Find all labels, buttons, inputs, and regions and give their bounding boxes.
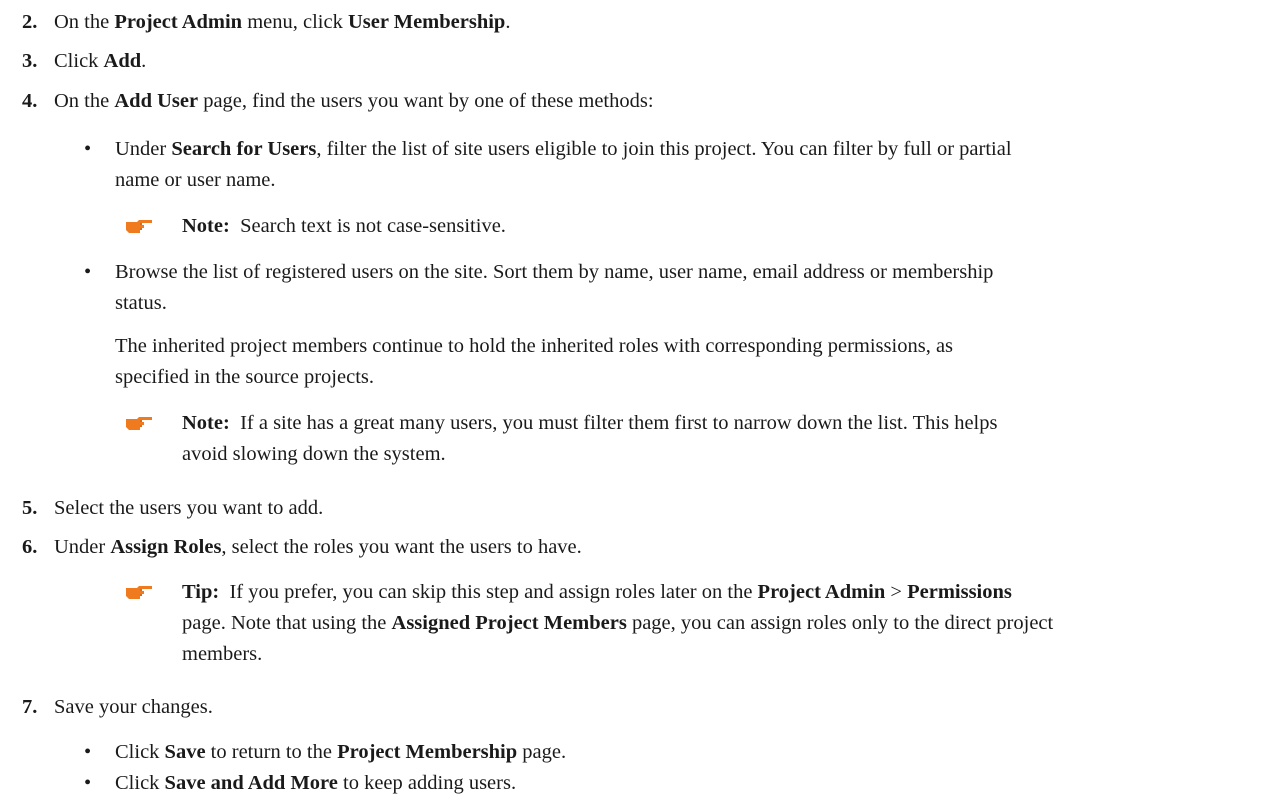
text-run: Click	[115, 772, 165, 794]
bullet-text: Click Save and Add More to keep adding u…	[115, 768, 516, 799]
step-4: 4. On the Add User page, find the users y…	[22, 86, 654, 117]
text-run: On the	[54, 90, 115, 112]
text-run: name or user name.	[115, 169, 276, 191]
step-2: 2. On the Project Admin menu, click User …	[22, 7, 510, 38]
bullet-dot: •	[84, 261, 92, 283]
bullet-text: Browse the list of registered users on t…	[115, 257, 993, 319]
text-run: Browse the list of registered users on t…	[115, 261, 994, 283]
note-text: Note: Search text is not case-sensitive.	[182, 211, 506, 242]
paragraph: The inherited project members continue t…	[115, 331, 953, 393]
text-run: Under	[115, 138, 172, 160]
step-number: 4.	[22, 90, 38, 112]
text-run: page.	[517, 741, 567, 763]
step-7: 7. Save your changes.	[22, 692, 213, 723]
text-run: If a site has a great many users, you mu…	[229, 412, 998, 434]
bullet-text: Click Save to return to the Project Memb…	[115, 737, 566, 768]
bullet-text: Under Search for Users, filter the list …	[115, 134, 1012, 196]
tip-text: Tip: If you prefer, you can skip this st…	[182, 577, 1053, 670]
step-5: 5. Select the users you want to add.	[22, 493, 323, 524]
step-text: On the Add User page, find the users you…	[54, 90, 654, 112]
text-run: members.	[182, 643, 263, 665]
text-run: to return to the	[205, 741, 338, 763]
text-run: page, you can assign roles only to the d…	[626, 612, 1054, 634]
text-line: Under Search for Users, filter the list …	[115, 134, 1012, 165]
text-line: Click Save and Add More to keep adding u…	[115, 768, 516, 799]
bold-term: Project Admin	[757, 581, 886, 603]
pointing-hand-icon	[126, 586, 152, 599]
text-run: , filter the list of site users eligible…	[316, 138, 1012, 160]
text-line: Tip: If you prefer, you can skip this st…	[182, 577, 1053, 608]
text-run: status.	[115, 292, 167, 314]
text-line: avoid slowing down the system.	[182, 439, 997, 470]
step-3: 3. Click Add.	[22, 46, 146, 77]
text-line: Note: If a site has a great many users, …	[182, 408, 997, 439]
bold-term: Permissions	[907, 581, 1012, 603]
bold-term: User Membership	[347, 11, 506, 33]
text-line: Browse the list of registered users on t…	[115, 257, 993, 288]
bold-term: Assign Roles	[110, 536, 222, 558]
text-run: On the	[54, 11, 115, 33]
text-run: page, find the users you want by one of …	[198, 90, 654, 112]
text-run: .	[141, 50, 147, 72]
text-run: If you prefer, you can skip this step an…	[219, 581, 758, 603]
bullet-dot: •	[84, 138, 92, 160]
text-line: The inherited project members continue t…	[115, 331, 953, 362]
step-text: Under Assign Roles, select the roles you…	[54, 536, 582, 558]
step-number: 5.	[22, 497, 38, 519]
step-number: 2.	[22, 11, 38, 33]
note-text: Note: If a site has a great many users, …	[182, 408, 997, 470]
text-line: status.	[115, 288, 993, 319]
step-text: Select the users you want to add.	[54, 497, 323, 519]
text-run: The inherited project members continue t…	[115, 335, 954, 357]
step-number: 6.	[22, 536, 38, 558]
step-text: Save your changes.	[54, 696, 213, 718]
text-line: specified in the source projects.	[115, 362, 953, 393]
text-run: page. Note that using the	[182, 612, 392, 634]
text-run: menu, click	[242, 11, 348, 33]
pointing-hand-icon	[126, 220, 152, 233]
bold-term: Project Admin	[114, 11, 243, 33]
bold-term: Add User	[114, 90, 199, 112]
text-run: Under	[54, 536, 111, 558]
document-page: 2. On the Project Admin menu, click User …	[0, 0, 1266, 807]
step-6: 6. Under Assign Roles, select the roles y…	[22, 532, 582, 563]
text-run: avoid slowing down the system.	[182, 443, 446, 465]
step-text: On the Project Admin menu, click User Me…	[54, 11, 510, 33]
bold-term: Project Membership	[337, 741, 518, 763]
pointing-hand-icon	[126, 417, 152, 430]
bold-term: Add	[103, 50, 142, 72]
text-line: page. Note that using the Assigned Proje…	[182, 608, 1053, 639]
bold-term: Save and Add More	[164, 772, 338, 794]
text-run: , select the roles you want the users to…	[221, 536, 582, 558]
text-line: Click Save to return to the Project Memb…	[115, 737, 566, 768]
step-number: 3.	[22, 50, 38, 72]
text-run: Save your changes.	[54, 696, 213, 718]
bold-term: Save	[164, 741, 206, 763]
text-run: Click	[115, 741, 165, 763]
step-number: 7.	[22, 696, 38, 718]
bullet-dot: •	[84, 741, 92, 763]
text-run: Select the users you want to add.	[54, 497, 324, 519]
text-line: Note: Search text is not case-sensitive.	[182, 211, 506, 242]
bold-term: Note:	[182, 215, 230, 237]
text-run: to keep adding users.	[337, 772, 517, 794]
bold-term: Tip:	[182, 581, 220, 603]
text-run: >	[885, 581, 908, 603]
text-run: Click	[54, 50, 104, 72]
text-run: Search text is not case-sensitive.	[229, 215, 506, 237]
bold-term: Search for Users	[171, 138, 317, 160]
text-run: specified in the source projects.	[115, 366, 375, 388]
bold-term: Note:	[182, 412, 230, 434]
text-run: .	[505, 11, 511, 33]
step-text: Click Add.	[54, 50, 146, 72]
text-line: name or user name.	[115, 165, 1012, 196]
bold-term: Assigned Project Members	[391, 612, 627, 634]
text-line: members.	[182, 639, 1053, 670]
bullet-dot: •	[84, 772, 92, 794]
